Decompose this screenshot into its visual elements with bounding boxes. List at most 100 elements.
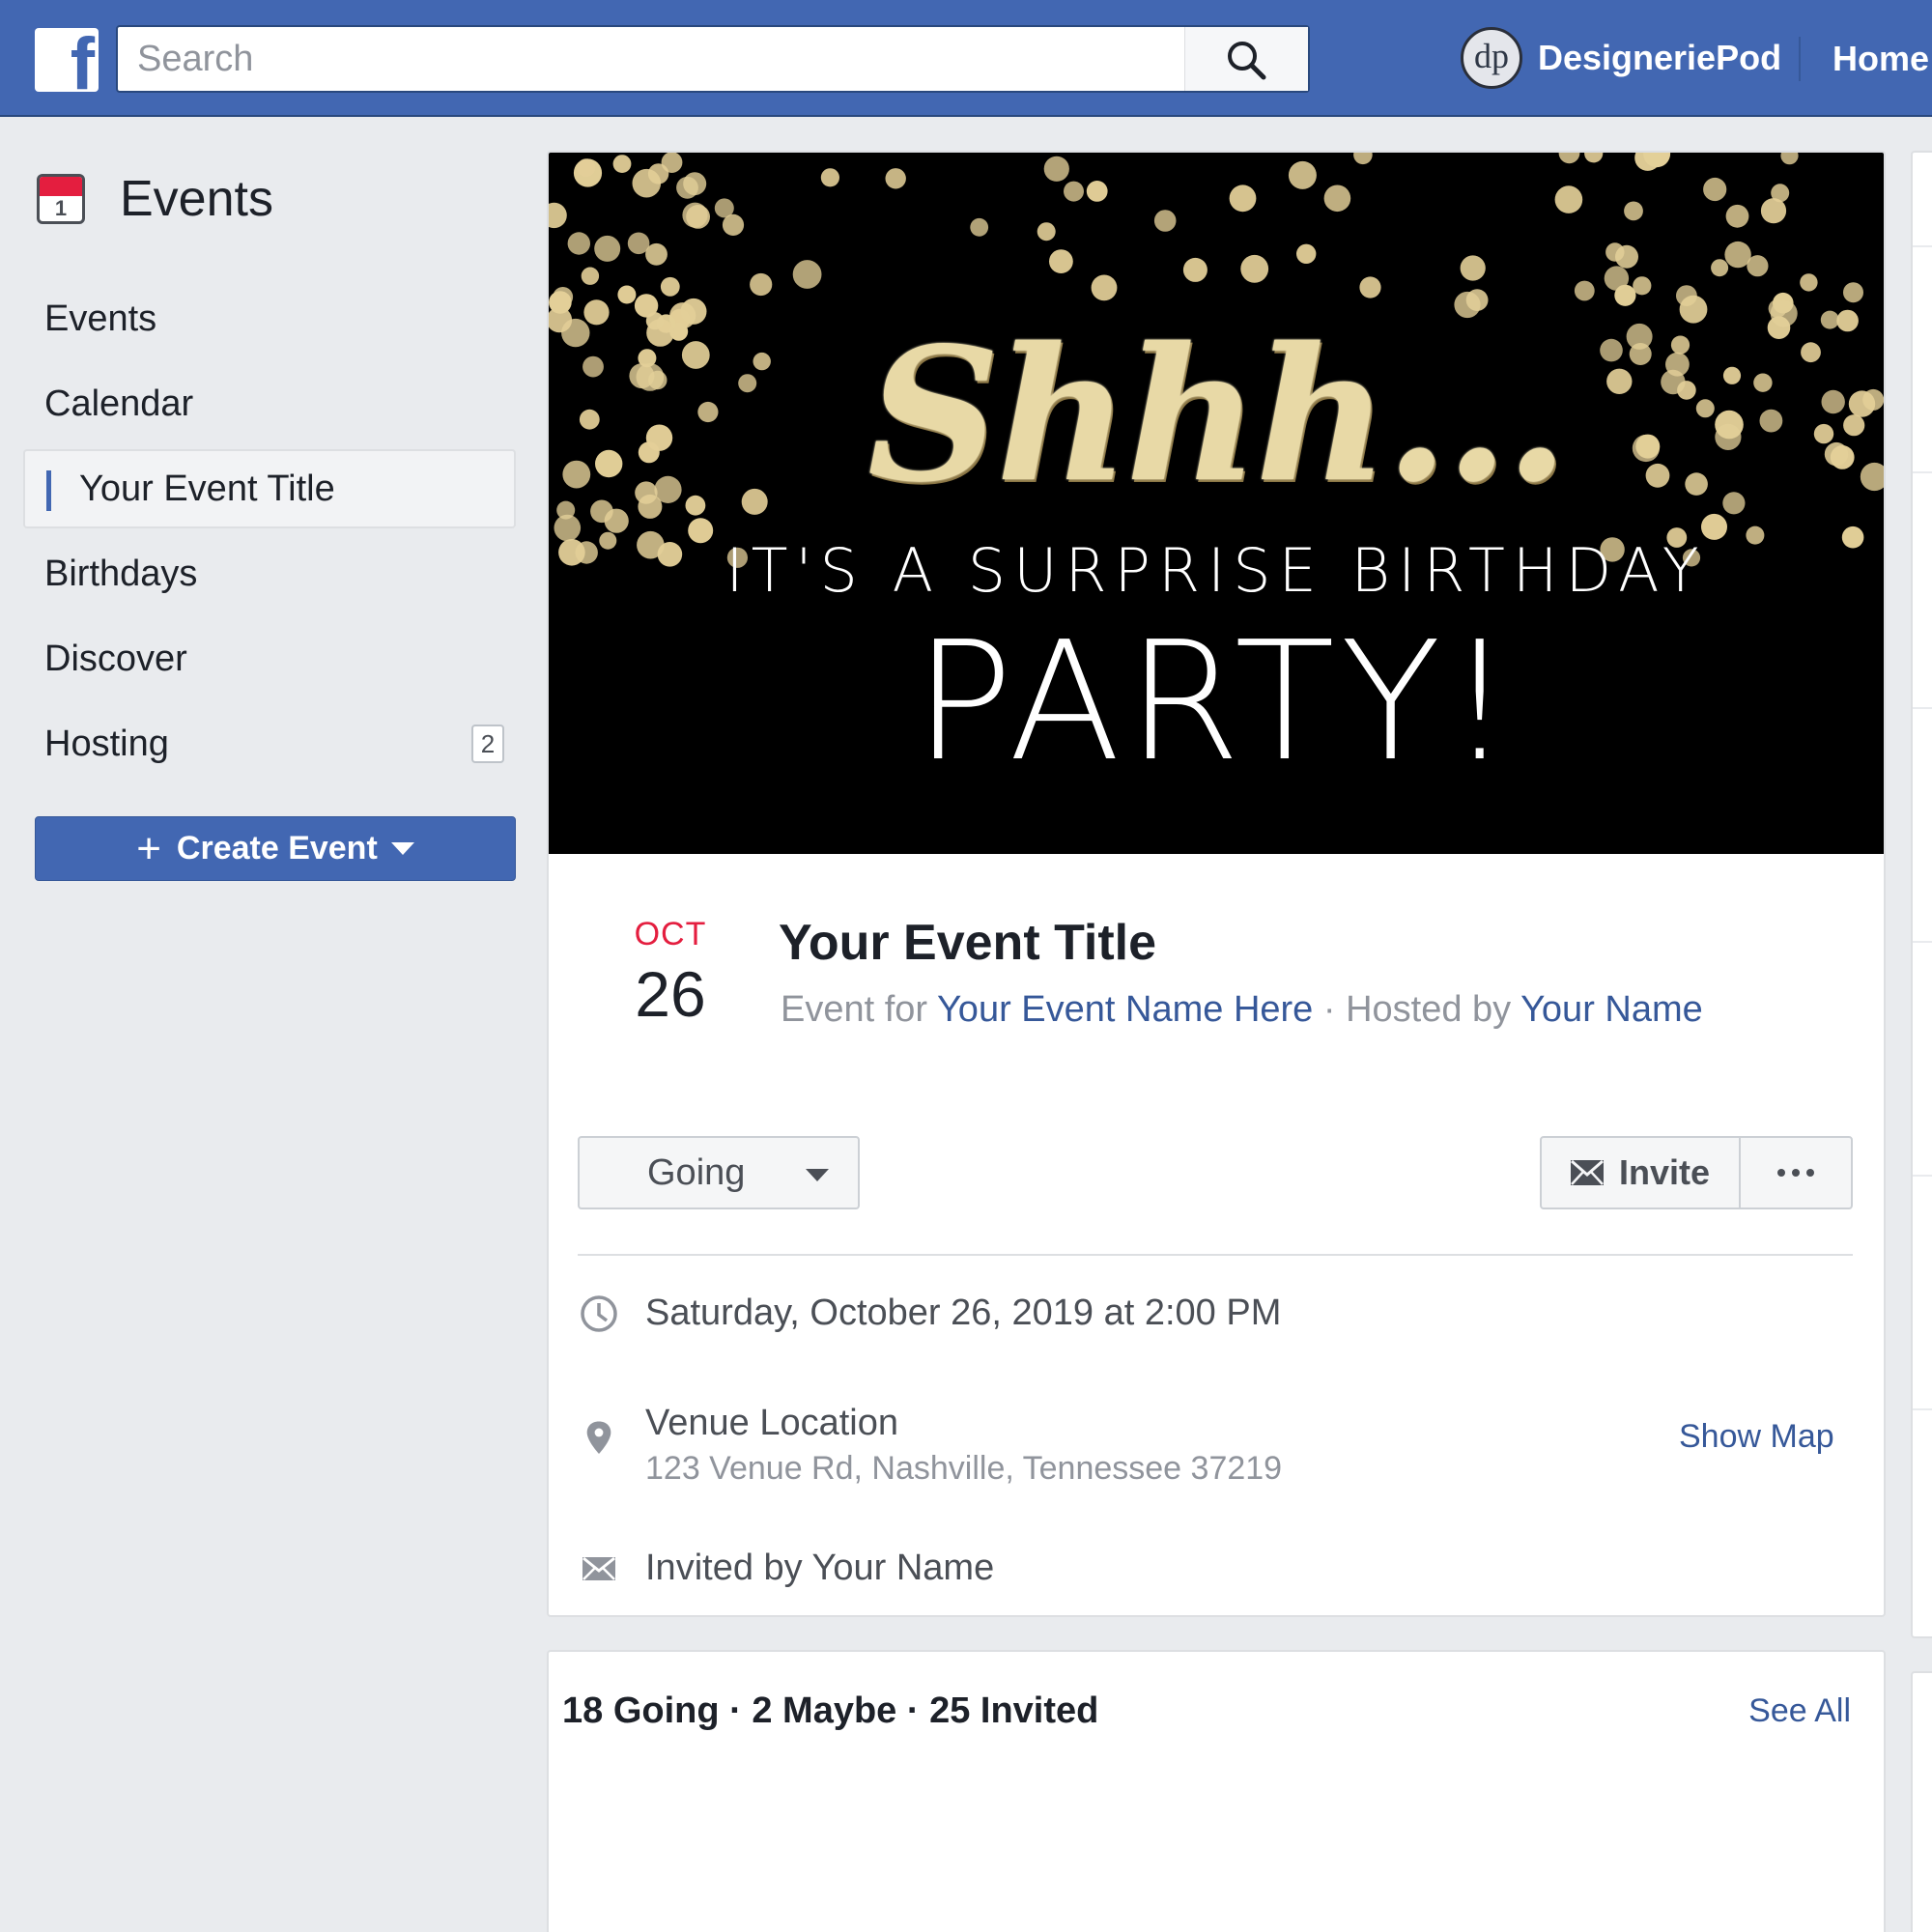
confetti-dot — [660, 276, 680, 297]
going-label: Going — [647, 1151, 746, 1193]
confetti-dot — [594, 235, 621, 262]
event-for-link[interactable]: Your Event Name Here — [937, 989, 1313, 1030]
confetti-dot — [1037, 222, 1056, 242]
event-card: Shhh... IT'S A SURPRISE BIRTHDAY PARTY! … — [547, 151, 1886, 1617]
section-divider — [578, 1254, 1853, 1256]
show-map-link[interactable]: Show Map — [1679, 1418, 1834, 1456]
event-day: 26 — [635, 958, 706, 1030]
confetti-dot — [676, 176, 698, 199]
sidebar-item-calendar[interactable]: Calendar — [23, 361, 516, 446]
confetti-dot — [1091, 274, 1118, 301]
more-options-button[interactable] — [1741, 1138, 1851, 1208]
confetti-dot — [1288, 160, 1317, 189]
confetti-dot — [1240, 254, 1269, 283]
top-navigation-bar: f dp DesigneriePod Home — [0, 0, 1932, 117]
create-event-button[interactable]: + Create Event — [35, 816, 516, 881]
right-column-card — [1911, 151, 1932, 1638]
sidebar-item-label: Hosting — [44, 723, 169, 764]
confetti-dot — [1624, 201, 1643, 221]
going-dropdown-button[interactable]: Going — [578, 1136, 860, 1209]
confetti-dot — [1049, 249, 1073, 273]
confetti-dot — [1574, 280, 1595, 301]
search-box — [116, 25, 1310, 93]
chevron-down-icon — [390, 842, 414, 855]
confetti-dot — [632, 168, 662, 198]
facebook-logo[interactable]: f — [35, 28, 99, 92]
confetti-dot — [1615, 244, 1638, 269]
sidebar-item-events[interactable]: Events — [23, 276, 516, 361]
sidebar-item-discover[interactable]: Discover — [23, 616, 516, 701]
cover-party-text: PARTY! — [914, 607, 1519, 798]
confetti-dot — [1460, 255, 1486, 281]
more-dots-icon — [1777, 1169, 1785, 1177]
guest-stats[interactable]: 18 Going · 2 Maybe · 25 Invited — [562, 1690, 1098, 1732]
confetti-dot — [1153, 210, 1177, 232]
profile-link[interactable]: dp DesigneriePod — [1461, 27, 1781, 89]
create-event-label: Create Event — [176, 830, 378, 867]
profile-name: DesigneriePod — [1538, 38, 1782, 77]
confetti-dot — [1086, 181, 1108, 202]
confetti-dot — [1780, 153, 1799, 165]
calendar-icon: 1 — [37, 174, 85, 224]
confetti-dot — [627, 232, 650, 255]
topbar-divider — [1799, 37, 1801, 81]
search-button[interactable] — [1184, 27, 1308, 91]
confetti-dot — [1182, 257, 1208, 282]
guests-card: 18 Going · 2 Maybe · 25 Invited See All — [547, 1650, 1886, 1932]
confetti-dot — [1800, 273, 1818, 292]
confetti-dot — [567, 232, 590, 255]
invite-label: Invite — [1618, 1152, 1711, 1192]
confetti-dot — [1323, 185, 1351, 213]
invited-by-row: Invited by Your Name — [578, 1548, 994, 1590]
sidebar-header: 1 Events — [37, 171, 273, 227]
confetti-dot — [1604, 266, 1630, 291]
confetti-dot — [1711, 259, 1729, 277]
sidebar-item-your-event-title[interactable]: Your Event Title — [23, 449, 516, 528]
host-link[interactable]: Your Name — [1520, 989, 1703, 1030]
confetti-dot — [1296, 243, 1317, 264]
right-column-card-2 — [1911, 1671, 1932, 1932]
envelope-icon — [1570, 1160, 1604, 1185]
search-input[interactable] — [118, 27, 1186, 91]
sidebar-item-hosting[interactable]: Hosting 2 — [23, 701, 516, 786]
confetti-dot — [1558, 153, 1580, 164]
confetti-dot — [1353, 153, 1373, 165]
confetti-dot — [722, 213, 745, 236]
confetti-dot — [549, 202, 567, 229]
venue-name: Venue Location — [645, 1403, 899, 1443]
confetti-dot — [1843, 282, 1863, 303]
confetti-dot — [612, 155, 632, 173]
chevron-down-icon — [806, 1169, 829, 1181]
confetti-dot — [1760, 198, 1787, 224]
event-meta: Event for Your Event Name Here · Hosted … — [781, 989, 1703, 1031]
see-all-link[interactable]: See All — [1748, 1692, 1851, 1730]
hosting-count-badge: 2 — [471, 724, 504, 763]
confetti-dot — [1703, 177, 1727, 202]
confetti-dot — [885, 168, 906, 189]
invite-button-group: Invite — [1540, 1136, 1853, 1209]
sidebar-item-birthdays[interactable]: Birthdays — [23, 531, 516, 616]
hosted-by-prefix: Hosted by — [1346, 989, 1512, 1030]
event-cover-photo[interactable]: Shhh... IT'S A SURPRISE BIRTHDAY PARTY! — [549, 153, 1884, 854]
clock-icon — [581, 1295, 617, 1332]
plus-icon: + — [136, 824, 161, 872]
cover-subline: IT'S A SURPRISE BIRTHDAY — [725, 535, 1707, 606]
confetti-dot — [577, 158, 596, 178]
search-icon — [1228, 42, 1266, 80]
confetti-dot — [820, 168, 839, 187]
sidebar-nav: Events Calendar Your Event Title Birthda… — [23, 276, 516, 786]
confetti-dot — [792, 260, 822, 289]
sidebar-title: Events — [120, 171, 273, 227]
confetti-dot — [581, 267, 600, 285]
event-datetime-row: Saturday, October 26, 2019 at 2:00 PM — [578, 1293, 1281, 1335]
invite-button[interactable]: Invite — [1542, 1138, 1741, 1208]
envelope-icon — [582, 1556, 615, 1580]
confetti-dot — [1043, 156, 1069, 182]
event-location-row[interactable]: Venue Location 123 Venue Rd, Nashville, … — [578, 1403, 1282, 1488]
event-title: Your Event Title — [779, 915, 1157, 971]
event-month: OCT — [634, 916, 707, 952]
home-link[interactable]: Home — [1833, 39, 1929, 79]
confetti-dot — [1359, 276, 1381, 298]
avatar: dp — [1461, 27, 1522, 89]
invited-by-text: Invited by Your Name — [645, 1548, 995, 1588]
